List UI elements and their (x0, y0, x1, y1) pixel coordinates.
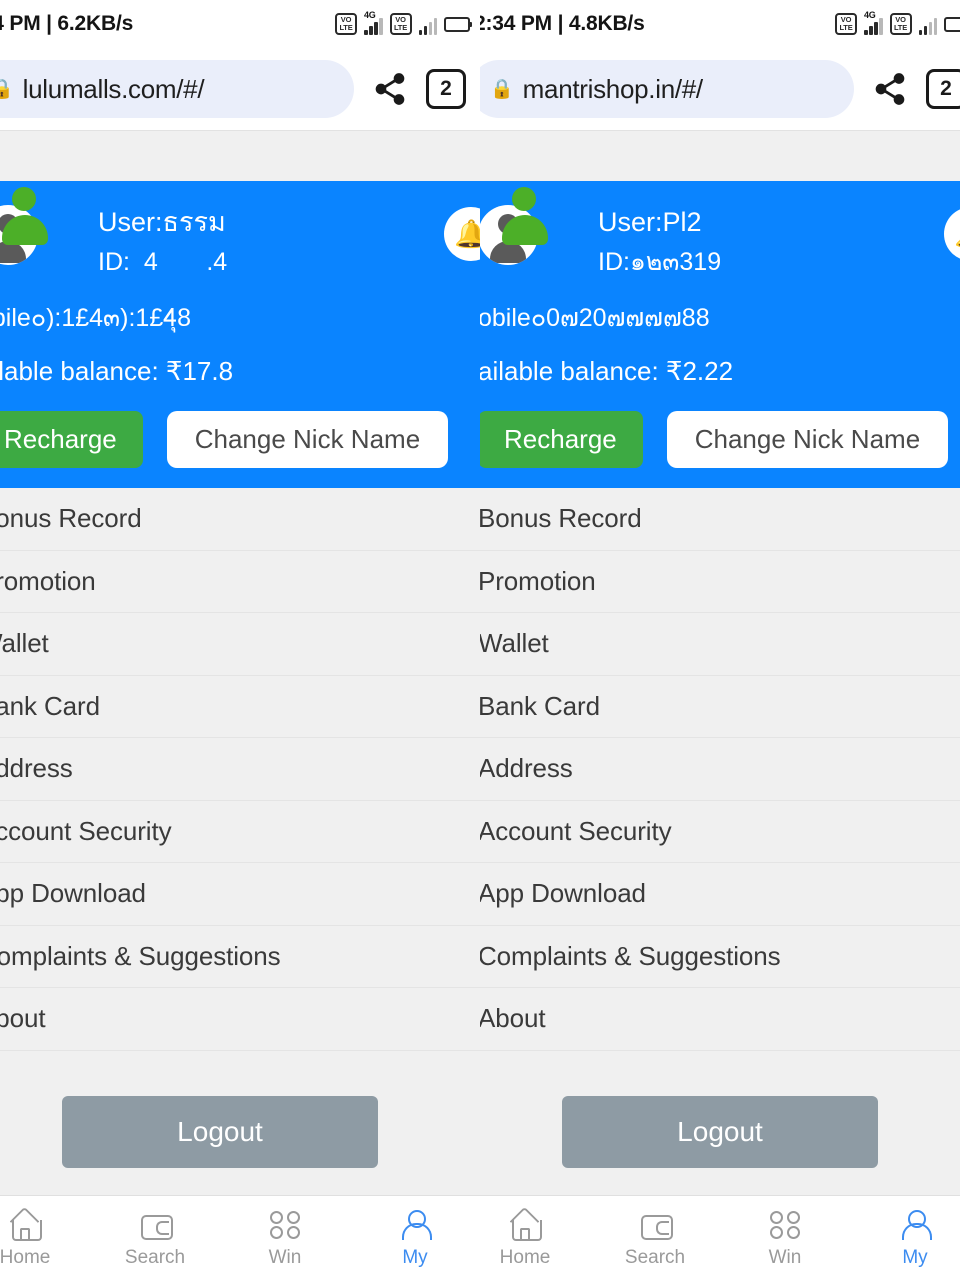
profile-username: User:ธรรม (98, 207, 226, 237)
profile-card-2: User:Pl2 ID:๑๒๓319 obile๐0๗20๗๗๗๗88 aila… (480, 181, 960, 489)
wallet-icon-2 (638, 1208, 673, 1242)
volte-icon-2: VO LTE (389, 13, 412, 35)
grid-icon (268, 1208, 302, 1242)
change-nickname-button-2[interactable]: Change Nick Name (666, 411, 949, 469)
phone-screenshot-left: :34 PM | 6.2KB/s VO LTE 4G VO LTE (0, 0, 480, 1280)
web-page-content-2: User:Pl2 ID:๑๒๓319 obile๐0๗20๗๗๗๗88 aila… (480, 130, 960, 1280)
menu-item-bank-card[interactable]: Bank Card (0, 676, 480, 739)
lock-icon: 🔒 (0, 78, 14, 100)
menu-item-wallet[interactable]: Wallet (0, 613, 480, 676)
phone-screenshot-right: 2:34 PM | 4.8KB/s VO LTE 4G VO LTE 🔒 man… (480, 0, 960, 1280)
nav-label-my: My (402, 1246, 428, 1268)
avatar-person-icon (0, 183, 58, 245)
web-page-content: User:ธรรม ID: 4 .4 obile๐):1£4๓):1£4ุ8 a… (0, 130, 480, 1280)
menu-item-promotion-2[interactable]: Promotion (480, 551, 960, 614)
share-icon[interactable] (364, 63, 416, 115)
settings-menu-list: Bonus Record Promotion Wallet Bank Card … (0, 488, 480, 1051)
profile-mobile-2: obile๐0๗20๗๗๗๗88 (480, 304, 710, 333)
person-icon-2 (898, 1208, 932, 1242)
tab-count-button[interactable]: 2 (426, 69, 466, 109)
nav-label-win-2: Win (768, 1246, 802, 1268)
profile-mobile: obile๐):1£4๓):1£4ุ8 (0, 304, 192, 333)
menu-item-about[interactable]: About (0, 988, 480, 1051)
menu-item-promotion[interactable]: Promotion (0, 551, 480, 614)
tab-count-button-2[interactable]: 2 (926, 69, 960, 109)
network-type-label-2: 4G (864, 10, 876, 20)
nav-item-my-2[interactable]: My (850, 1208, 960, 1269)
nav-item-my[interactable]: My (350, 1208, 480, 1269)
menu-item-complaints-suggestions-2[interactable]: Complaints & Suggestions (480, 926, 960, 989)
profile-card: User:ธรรม ID: 4 .4 obile๐):1£4๓):1£4ุ8 a… (0, 181, 480, 489)
home-icon-2 (508, 1208, 542, 1242)
menu-item-app-download[interactable]: App Download (0, 863, 480, 926)
nav-item-home[interactable]: Home (0, 1208, 90, 1269)
profile-username-2: User:Pl2 (598, 207, 702, 237)
battery-icon (444, 16, 472, 32)
profile-user-id: ID: 4 .4 (98, 248, 228, 277)
nav-item-win[interactable]: Win (220, 1208, 350, 1269)
battery-icon-2 (944, 16, 960, 32)
recharge-button[interactable]: Recharge (0, 411, 143, 469)
volte-icon-4: VO LTE (889, 13, 912, 35)
address-bar[interactable]: 🔒 lulumalls.com/#/ (0, 60, 354, 118)
nav-item-search-2[interactable]: Search (590, 1208, 720, 1269)
address-bar-2[interactable]: 🔒 mantrishop.in/#/ (480, 60, 854, 118)
share-icon-2[interactable] (864, 63, 916, 115)
menu-item-bonus-record[interactable]: Bonus Record (0, 488, 480, 551)
volte-icon: VO LTE (335, 13, 357, 35)
menu-item-account-security[interactable]: Account Security (0, 801, 480, 864)
nav-label-search-2: Search (624, 1246, 686, 1268)
person-icon (398, 1208, 432, 1242)
page-top-gap-2 (480, 130, 960, 181)
nav-label-win: Win (268, 1246, 302, 1268)
dual-screenshot-container: :34 PM | 6.2KB/s VO LTE 4G VO LTE (0, 0, 960, 1280)
avatar-person-icon-2 (498, 183, 558, 245)
browser-toolbar: 🔒 lulumalls.com/#/ 2 (0, 48, 480, 130)
menu-item-address-2[interactable]: Address (480, 738, 960, 801)
menu-item-bonus-record-2[interactable]: Bonus Record (480, 488, 960, 551)
nav-item-home-2[interactable]: Home (480, 1208, 590, 1269)
profile-user-id-2: ID:๑๒๓319 (598, 248, 722, 277)
page-top-gap (0, 130, 480, 181)
profile-balance-2: ailable balance: ₹2.22 (480, 356, 734, 387)
browser-toolbar-2: 🔒 mantrishop.in/#/ 2 (480, 48, 960, 130)
signal-bars-icon-1: 4G (364, 10, 383, 35)
menu-item-about-2[interactable]: About (480, 988, 960, 1051)
bottom-navigation: Home Search Win My (0, 1195, 480, 1280)
menu-item-app-download-2[interactable]: App Download (480, 863, 960, 926)
menu-item-account-security-2[interactable]: Account Security (480, 801, 960, 864)
change-nickname-button[interactable]: Change Nick Name (166, 411, 449, 469)
signal-bars-icon-4 (918, 13, 937, 35)
settings-menu-list-2: Bonus Record Promotion Wallet Bank Card … (480, 488, 960, 1051)
url-text: lulumalls.com/#/ (22, 73, 205, 104)
logout-button[interactable]: Logout (62, 1095, 378, 1168)
status-clock-network: :34 PM | 6.2KB/s (0, 12, 134, 35)
bottom-navigation-2: Home Search Win My (480, 1195, 960, 1280)
nav-label-home-2: Home (499, 1246, 551, 1268)
profile-balance: ailable balance: ₹17.8 (0, 356, 234, 387)
menu-item-wallet-2[interactable]: Wallet (480, 613, 960, 676)
signal-bars-icon-3: 4G (864, 10, 883, 35)
status-clock-network-2: 2:34 PM | 4.8KB/s (480, 12, 645, 35)
menu-item-bank-card-2[interactable]: Bank Card (480, 676, 960, 739)
wallet-icon (138, 1208, 173, 1242)
home-icon (8, 1208, 42, 1242)
url-text-2: mantrishop.in/#/ (522, 73, 703, 104)
status-bar-2: 2:34 PM | 4.8KB/s VO LTE 4G VO LTE (480, 0, 960, 48)
nav-label-search: Search (124, 1246, 186, 1268)
recharge-button-2[interactable]: Recharge (480, 411, 643, 469)
nav-label-my-2: My (902, 1246, 928, 1268)
volte-icon-3: VO LTE (835, 13, 857, 35)
grid-icon-2 (768, 1208, 802, 1242)
menu-item-address[interactable]: Address (0, 738, 480, 801)
lock-icon-2: 🔒 (490, 78, 514, 100)
nav-item-win-2[interactable]: Win (720, 1208, 850, 1269)
nav-item-search[interactable]: Search (90, 1208, 220, 1269)
nav-label-home: Home (0, 1246, 51, 1268)
signal-bars-icon-2 (418, 13, 437, 35)
logout-button-2[interactable]: Logout (562, 1095, 878, 1168)
menu-item-complaints-suggestions[interactable]: Complaints & Suggestions (0, 926, 480, 989)
status-bar: :34 PM | 6.2KB/s VO LTE 4G VO LTE (0, 0, 480, 48)
network-type-label: 4G (364, 10, 376, 20)
